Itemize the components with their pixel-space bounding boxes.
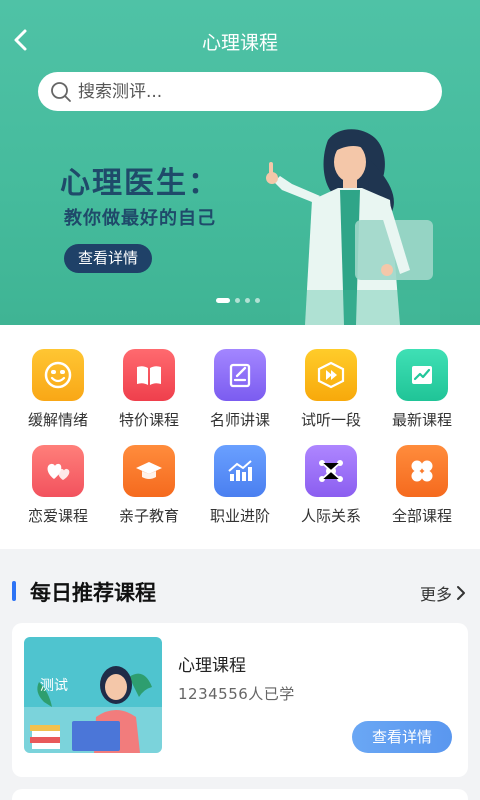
- course-title: 心理课程: [178, 656, 246, 676]
- category-item-relationships[interactable]: 人际关系: [283, 445, 379, 541]
- carousel-indicator: [216, 298, 260, 303]
- category-item-special-price[interactable]: 特价课程: [101, 349, 197, 445]
- bar-growth-icon: [214, 445, 266, 497]
- search-icon: [51, 81, 71, 102]
- search-bar[interactable]: [38, 72, 442, 111]
- category-item-trial-listen[interactable]: 试听一段: [283, 349, 379, 445]
- course-card[interactable]: 测试 心理课程 1234556人已学 查看详情: [12, 623, 468, 777]
- more-link[interactable]: 更多: [420, 581, 468, 605]
- section-header: 每日推荐课程 更多: [0, 563, 480, 621]
- category-item-parenting[interactable]: 亲子教育: [101, 445, 197, 541]
- category-label: 名师讲课: [209, 411, 270, 429]
- banner-title: 心理医生：: [60, 166, 220, 201]
- section-title: 每日推荐课程: [30, 581, 156, 605]
- carousel-dot[interactable]: [235, 298, 240, 303]
- play-cube-icon: [305, 349, 357, 401]
- graduation-cap-icon: [123, 445, 175, 497]
- open-book-icon: [123, 349, 175, 401]
- category-item-all-courses[interactable]: 全部课程: [374, 445, 470, 541]
- more-label: 更多: [419, 585, 452, 604]
- search-input[interactable]: [78, 81, 398, 102]
- carousel-dot[interactable]: [255, 298, 260, 303]
- smile-face-icon: [32, 349, 84, 401]
- hero-banner: 心理课程 心理医生： 教你做最好的自己 查看详情: [0, 0, 480, 325]
- chevron-right-icon: [457, 586, 465, 600]
- course-thumbnail: 测试: [24, 637, 162, 753]
- hearts-icon: [32, 445, 84, 497]
- category-grid: 缓解情绪 特价课程 名师讲课 试听一段 最新课程 恋爱课程 亲子教育 职业进阶 …: [0, 325, 480, 549]
- course-detail-button[interactable]: 查看详情: [352, 721, 452, 753]
- trend-chart-icon: [396, 349, 448, 401]
- daily-recommend-section: 每日推荐课程 更多 测试 心理课程 1234556人已学 查看详情: [0, 563, 480, 800]
- section-accent-bar: [12, 581, 16, 601]
- category-label: 最新课程: [391, 411, 452, 429]
- category-item-famous-teacher[interactable]: 名师讲课: [192, 349, 288, 445]
- category-item-calm-emotions[interactable]: 缓解情绪: [10, 349, 106, 445]
- category-item-career[interactable]: 职业进阶: [192, 445, 288, 541]
- thumbnail-tag: 测试: [40, 678, 68, 694]
- network-icon: [305, 445, 357, 497]
- category-item-latest-courses[interactable]: 最新课程: [374, 349, 470, 445]
- category-label: 试听一段: [300, 411, 361, 429]
- course-thumbnail-illustration: [24, 637, 162, 753]
- four-leaf-icon: [396, 445, 448, 497]
- category-label: 亲子教育: [118, 507, 179, 525]
- category-label: 人际关系: [300, 507, 361, 525]
- banner-detail-button[interactable]: 查看详情: [64, 244, 152, 273]
- category-label: 特价课程: [118, 411, 179, 429]
- category-label: 恋爱课程: [27, 507, 88, 525]
- banner-subtitle: 教你做最好的自己: [64, 208, 216, 229]
- course-learner-count: 1234556人已学: [178, 685, 295, 703]
- category-item-romance[interactable]: 恋爱课程: [10, 445, 106, 541]
- notebook-pen-icon: [214, 349, 266, 401]
- doctor-illustration: [266, 129, 440, 325]
- category-label: 全部课程: [391, 507, 452, 525]
- carousel-dot[interactable]: [245, 298, 250, 303]
- category-label: 缓解情绪: [27, 411, 88, 429]
- course-card[interactable]: [12, 789, 468, 800]
- page-title: 心理课程: [201, 32, 278, 54]
- category-label: 职业进阶: [209, 507, 270, 525]
- carousel-dot[interactable]: [216, 298, 230, 303]
